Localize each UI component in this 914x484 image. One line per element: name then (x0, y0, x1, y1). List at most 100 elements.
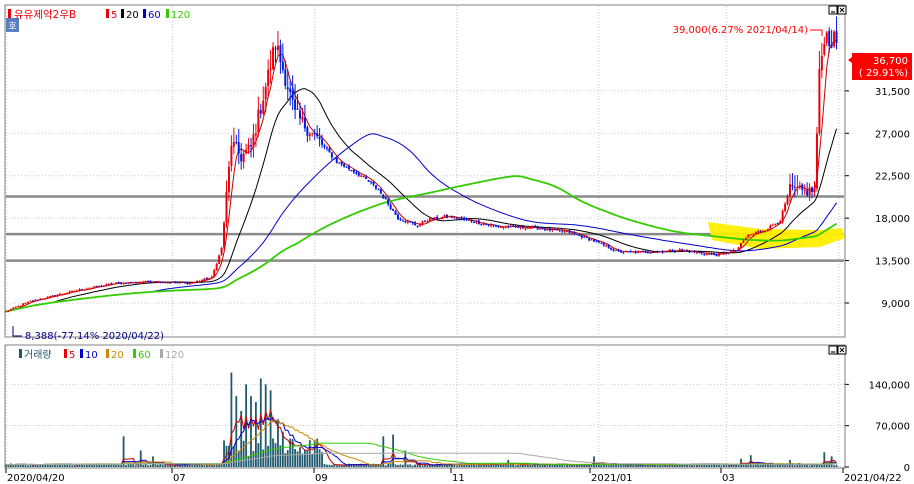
volume-bar (274, 443, 277, 467)
candle-body (61, 293, 64, 295)
candle-body (504, 226, 507, 228)
volume-bar (269, 390, 272, 467)
candle-body (426, 221, 429, 223)
legend-ma5: 5 (111, 10, 117, 21)
max-annotation: 39,000(6.27% 2021/04/14) (673, 25, 823, 36)
volume-bar (767, 464, 769, 467)
candle-body (637, 251, 640, 253)
candle-body (737, 247, 740, 251)
candle-body (757, 231, 760, 233)
volume-bar (441, 465, 443, 467)
candle-body (499, 226, 502, 228)
volume-bar (664, 465, 666, 467)
candle-body (120, 282, 123, 284)
price-tick-label: 18,000 (875, 214, 910, 225)
candle-body (566, 230, 569, 232)
volume-bar (580, 465, 583, 467)
volume-bar (796, 464, 799, 467)
price-axis: 9,000 13,500 18,000 22,500 27,000 31,500 (845, 57, 910, 310)
volume-bar (402, 464, 404, 467)
volume-bar (139, 450, 142, 467)
candle-body (264, 86, 267, 100)
volume-bar (563, 465, 566, 467)
candle-body (443, 215, 446, 217)
candle-body (34, 299, 37, 301)
candle-body (377, 189, 380, 191)
candle-body (593, 239, 595, 242)
candle-body (232, 142, 235, 147)
volume-bar (833, 465, 835, 467)
volume-bar (316, 438, 319, 467)
candle-body (431, 218, 434, 220)
volume-bar (130, 464, 132, 467)
candle-body (458, 218, 461, 220)
candle-body (29, 300, 32, 302)
volume-bar (387, 463, 390, 467)
volume-bar (296, 451, 299, 467)
volume-bar (752, 465, 755, 467)
candle-body (379, 189, 382, 194)
volume-bar (272, 438, 274, 467)
volume-bar (149, 464, 152, 467)
candle-body (539, 228, 542, 230)
volume-bar (774, 465, 777, 467)
volume-minimize-button[interactable] (828, 345, 838, 355)
candle-body (289, 88, 292, 92)
candle-body (644, 250, 647, 253)
candle-body (472, 222, 475, 224)
candle-body (583, 236, 586, 238)
volume-bar (794, 465, 796, 467)
volume-bar (411, 465, 414, 467)
candle-body (659, 251, 662, 253)
candle-body (357, 173, 360, 176)
candle-body (514, 225, 517, 227)
candle-body (272, 47, 275, 70)
candle-body (683, 250, 686, 252)
candle-body (85, 288, 88, 290)
volume-bar (480, 464, 483, 467)
candle-body (502, 227, 505, 229)
legend-stock-name: 유유제약2우B (14, 9, 76, 21)
candle-body (651, 252, 654, 254)
minimize-button[interactable] (828, 5, 838, 15)
candle-body (19, 305, 22, 307)
candle-body (276, 45, 279, 50)
volume-bar (534, 464, 537, 467)
candle-body (649, 252, 652, 254)
current-price-change: ( 29.91%) (859, 68, 908, 79)
candle-body (103, 285, 105, 287)
volume-bar (73, 465, 76, 467)
candle-body (252, 134, 255, 148)
candle-body (585, 236, 588, 238)
volume-bar (566, 464, 568, 467)
candle-body (51, 295, 54, 297)
candle-body (215, 264, 218, 270)
candle-body (223, 222, 226, 248)
volume-bar (455, 465, 458, 467)
volume-bar (644, 465, 647, 467)
candle-body (617, 250, 620, 252)
candle-body (338, 162, 341, 164)
candle-body (509, 225, 512, 228)
candle-body (789, 184, 791, 196)
volume-bar (32, 465, 34, 467)
min-label: 8,388(-77.14% 2020/04/22) (25, 331, 164, 342)
date-tick-label: 2020/04/20 (7, 473, 65, 484)
candle-body (752, 233, 755, 235)
candle-body (605, 245, 608, 247)
candle-body (208, 278, 211, 280)
candle-body (230, 145, 233, 166)
candle-body (607, 244, 610, 249)
volume-bar (12, 465, 15, 467)
price-tick-label: 22,500 (875, 172, 910, 183)
price-panel-buttons (828, 5, 847, 15)
candle-body (531, 226, 534, 228)
volume-bar (142, 464, 145, 467)
candle-body (477, 220, 480, 225)
candle-body (196, 281, 199, 283)
candle-body (193, 281, 196, 283)
volume-bar (443, 465, 446, 467)
candle-body (475, 221, 478, 223)
candle-body (58, 293, 61, 296)
volume-bar (144, 463, 147, 467)
